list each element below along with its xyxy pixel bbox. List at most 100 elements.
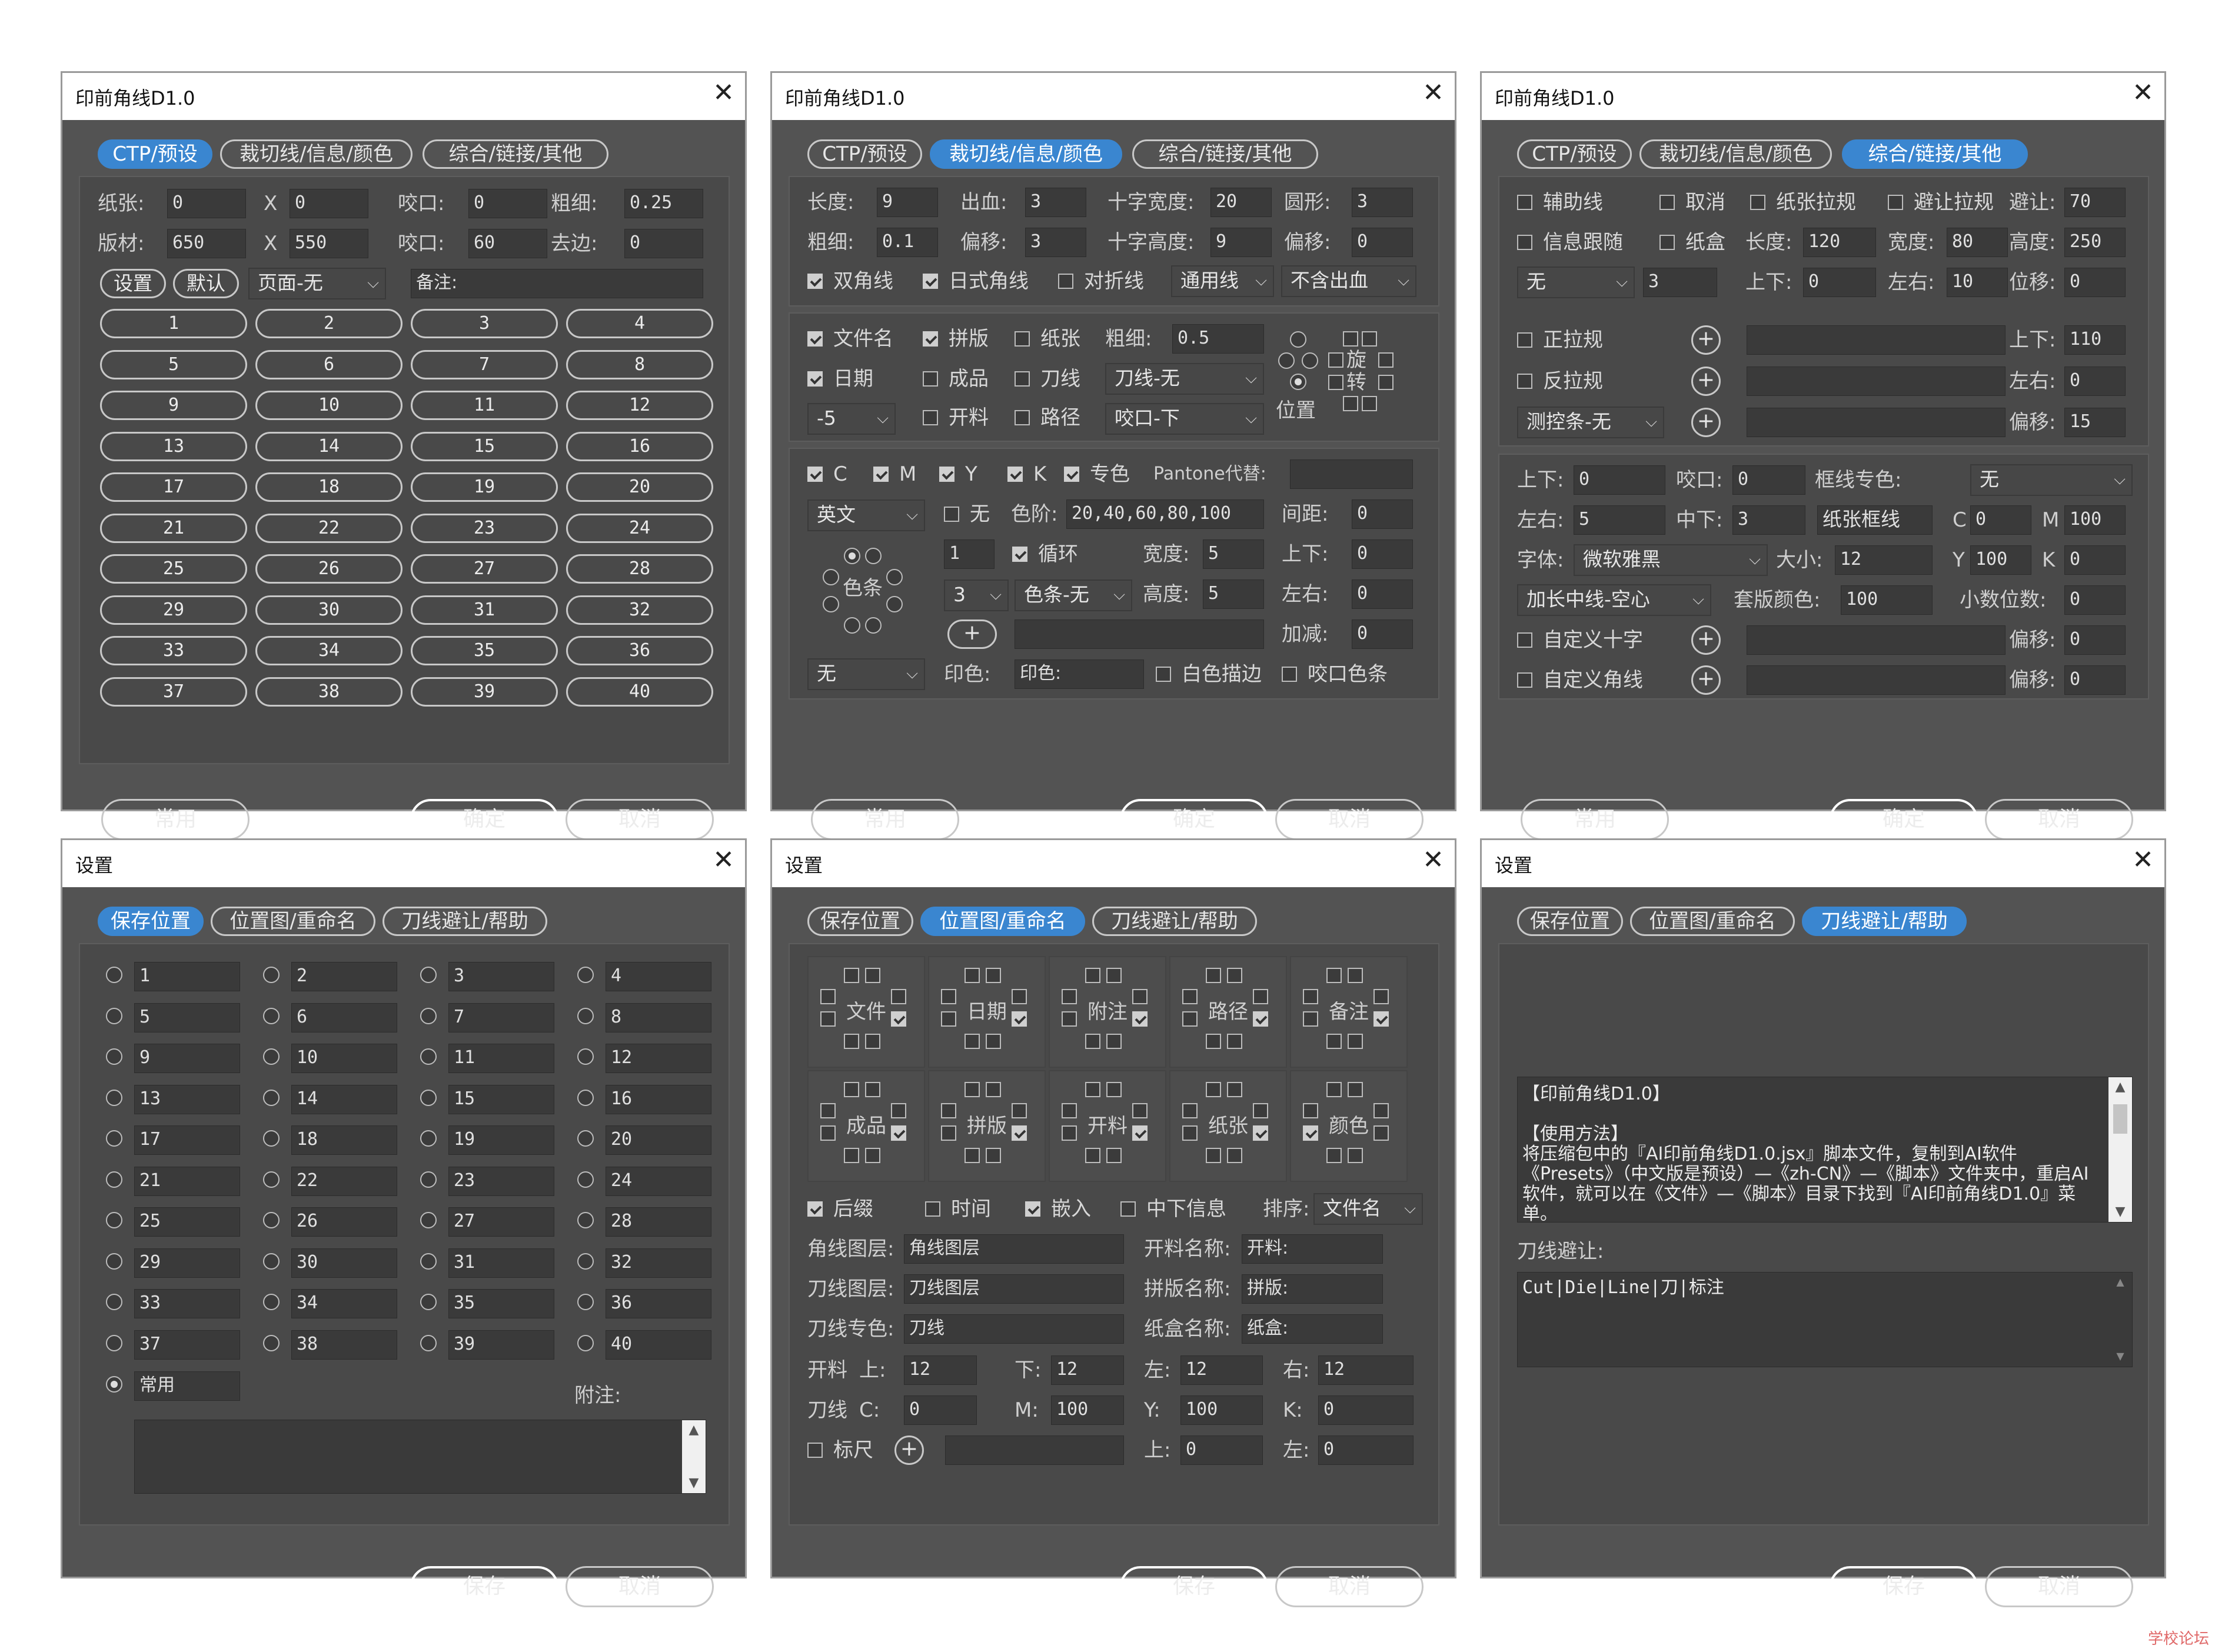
colorbar-radio[interactable]	[865, 548, 882, 564]
preset-button[interactable]: 7	[411, 349, 558, 379]
scroll-up-icon[interactable]: ▲	[2108, 1274, 2132, 1291]
avoid-pull-checkbox[interactable]: 避让拉规	[1888, 188, 1994, 217]
preset-button[interactable]: 4	[566, 309, 713, 338]
pantone-field[interactable]	[1290, 459, 1413, 489]
position-checkbox[interactable]	[1062, 1011, 1077, 1027]
rotate-box[interactable]	[1362, 331, 1377, 347]
close-icon[interactable]: ✕	[2132, 80, 2154, 106]
position-checkbox[interactable]	[1106, 1034, 1122, 1049]
tab-save-location[interactable]: 保存位置	[807, 907, 913, 936]
white-stroke-checkbox[interactable]: 白色描边	[1156, 660, 1262, 689]
common-button[interactable]: 常用	[101, 799, 250, 840]
cut-right-field[interactable]: 12	[1318, 1355, 1414, 1385]
plate-width-field[interactable]: 650	[167, 229, 246, 258]
note-textarea[interactable]: ▲ ▼	[134, 1420, 706, 1494]
preset-button[interactable]: 32	[566, 595, 713, 625]
impose-name-field[interactable]: 拼版:	[1242, 1274, 1383, 1304]
frame-spot-select[interactable]: 无 ⌵	[1970, 464, 2133, 496]
aux-line-checkbox[interactable]: 辅助线	[1517, 188, 1603, 217]
ruler-top-field[interactable]: 0	[1180, 1435, 1263, 1465]
thickness-field[interactable]: 0.25	[624, 189, 703, 218]
trim-edge-field[interactable]: 0	[624, 229, 703, 258]
rotate-box[interactable]	[1328, 375, 1343, 390]
tab-position-rename[interactable]: 位置图/重命名	[920, 907, 1085, 936]
slot-field[interactable]: 24	[606, 1166, 711, 1196]
slot-radio[interactable]	[263, 1167, 284, 1194]
slot-field[interactable]: 19	[448, 1125, 554, 1155]
position-checkbox[interactable]	[1106, 1082, 1122, 1097]
page-select[interactable]: 页面-无 ⌵	[248, 268, 386, 299]
frame-k-field[interactable]: 0	[2064, 545, 2126, 575]
scroll-up-icon[interactable]: ▲	[682, 1421, 706, 1439]
slot-radio[interactable]	[106, 1003, 127, 1030]
width-field[interactable]: 5	[1203, 539, 1264, 569]
frame-left-right-field[interactable]: 5	[1574, 505, 1665, 535]
slot-field[interactable]: 36	[606, 1289, 711, 1318]
frame-y-field[interactable]: 100	[1970, 545, 2031, 575]
slot-radio[interactable]	[263, 1044, 284, 1071]
slot-field[interactable]: 9	[134, 1044, 240, 1073]
preset-button[interactable]: 1	[100, 309, 247, 338]
slot-field[interactable]: 27	[448, 1207, 554, 1237]
frame-bite-field[interactable]: 0	[1732, 465, 1805, 495]
position-checkbox[interactable]	[1303, 1011, 1318, 1027]
cross-width-field[interactable]: 20	[1210, 188, 1272, 217]
slot-field[interactable]: 32	[606, 1248, 711, 1278]
slot-field[interactable]: 23	[448, 1166, 554, 1196]
preset-button[interactable]: 18	[255, 472, 403, 502]
double-cornerline-checkbox[interactable]: 双角线	[807, 267, 893, 296]
slot-radio[interactable]	[577, 1330, 598, 1357]
up-down-field[interactable]: 0	[1352, 539, 1413, 569]
position-checkbox[interactable]	[1227, 1082, 1242, 1097]
position-checkbox[interactable]	[1206, 1082, 1221, 1097]
spot-checkbox[interactable]: 专色	[1064, 459, 1130, 489]
colorbar-radio[interactable]	[823, 569, 839, 585]
none-checkbox[interactable]: 无	[944, 499, 990, 529]
position-checkbox[interactable]	[1206, 968, 1221, 983]
add-icon[interactable]: +	[1691, 408, 1721, 437]
tab-position-rename[interactable]: 位置图/重命名	[1630, 907, 1795, 936]
add-icon[interactable]: +	[1691, 367, 1721, 396]
position-checkbox[interactable]	[1348, 1082, 1363, 1097]
slot-field[interactable]: 14	[291, 1084, 397, 1114]
position-checkbox[interactable]	[820, 1011, 836, 1027]
ruler-checkbox[interactable]: 标尺	[807, 1435, 873, 1465]
position-checkbox[interactable]	[965, 1034, 980, 1049]
common-radio[interactable]	[106, 1371, 127, 1398]
cancel-button[interactable]: 取消	[1985, 1566, 2133, 1607]
slot-field[interactable]: 15	[448, 1084, 554, 1114]
colorbar-radio[interactable]	[844, 548, 860, 564]
cancel-button[interactable]: 取消	[1275, 1566, 1424, 1607]
rotate-box[interactable]	[1378, 352, 1393, 368]
position-checkbox[interactable]	[986, 968, 1001, 983]
control-strip-field[interactable]	[1747, 408, 2006, 437]
position-radio[interactable]	[1278, 352, 1295, 369]
position-checkbox[interactable]	[1326, 968, 1342, 983]
common-slot-field[interactable]: 常用	[134, 1371, 240, 1401]
steps-field[interactable]: 20,40,60,80,100	[1066, 499, 1264, 529]
position-checkbox[interactable]	[1326, 1082, 1342, 1097]
slot-field[interactable]: 4	[606, 962, 711, 991]
slot-radio[interactable]	[420, 1003, 441, 1030]
slot-radio[interactable]	[106, 1167, 127, 1194]
jp-cornerline-checkbox[interactable]: 日式角线	[923, 267, 1029, 296]
scroll-down-icon[interactable]: ▼	[2108, 1348, 2132, 1365]
tab-knife-help[interactable]: 刀线避让/帮助	[1802, 907, 1967, 936]
position-checkbox[interactable]	[1326, 1034, 1342, 1049]
slot-field[interactable]: 5	[134, 1002, 240, 1032]
position-checkbox[interactable]	[1085, 1082, 1100, 1097]
position-checkbox[interactable]	[844, 1082, 859, 1097]
slot-radio[interactable]	[420, 1167, 441, 1194]
slot-field[interactable]: 34	[291, 1289, 397, 1318]
close-icon[interactable]: ✕	[713, 80, 734, 106]
position-checkbox[interactable]	[1227, 1148, 1242, 1163]
yellow-checkbox[interactable]: Y	[939, 459, 977, 489]
save-button[interactable]: 保存	[410, 1566, 558, 1607]
preset-button[interactable]: 26	[255, 554, 403, 584]
preset-button[interactable]: 36	[566, 636, 713, 665]
date-checkbox[interactable]: 日期	[807, 364, 873, 394]
slot-field[interactable]: 1	[134, 962, 240, 991]
slot-field[interactable]: 11	[448, 1044, 554, 1073]
help-textarea[interactable]: 【印前角线D1.0】 【使用方法】 将压缩包中的『AI印前角线D1.0.jsx』…	[1517, 1077, 2133, 1223]
pull-left-right-field[interactable]: 0	[2064, 367, 2126, 396]
